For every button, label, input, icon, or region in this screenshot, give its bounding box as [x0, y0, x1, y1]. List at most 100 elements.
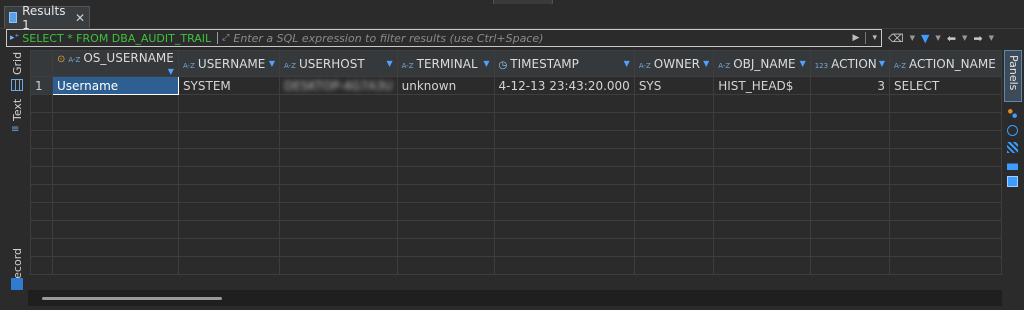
- empty-cell: [177, 130, 280, 149]
- column-type-badge: A-Z: [68, 56, 81, 64]
- sort-icon[interactable]: ▼: [483, 59, 489, 68]
- empty-cell: [30, 238, 53, 257]
- empty-row: [30, 256, 1002, 275]
- record-icon[interactable]: [11, 278, 23, 290]
- table-cell-selected[interactable]: Username: [52, 76, 179, 95]
- palette-icon[interactable]: [1007, 108, 1018, 119]
- column-header-username[interactable]: A-Z USERNAME ▼: [177, 50, 280, 77]
- empty-cell: [177, 238, 280, 257]
- right-panel-bar: Panels: [1004, 50, 1022, 290]
- empty-cell: [713, 184, 811, 203]
- empty-cell: [177, 166, 280, 185]
- table-cell[interactable]: unknown: [396, 76, 495, 95]
- empty-cell: [493, 166, 635, 185]
- row-number[interactable]: 1: [30, 76, 53, 95]
- filter-icon[interactable]: ▼: [921, 32, 929, 45]
- filter-history-dropdown-icon[interactable]: ▾: [872, 33, 877, 43]
- back-arrow-icon[interactable]: ⬅: [947, 32, 956, 45]
- chevron-down-icon[interactable]: ▼: [935, 34, 940, 42]
- empty-cell: [30, 112, 53, 131]
- sort-icon[interactable]: ▼: [703, 59, 709, 68]
- empty-cell: [278, 238, 398, 257]
- results-grid: ⊙ A-Z OS_USERNAME ▼ A-Z USERNAME ▼ A-Z USERHOS…: [30, 50, 1002, 290]
- column-type-badge: A-Z: [182, 61, 195, 70]
- column-header-os-username[interactable]: ⊙ A-Z OS_USERNAME ▼: [52, 50, 179, 77]
- sort-icon[interactable]: ▼: [800, 59, 806, 68]
- select-all-corner[interactable]: [30, 50, 53, 77]
- text-icon[interactable]: ≡: [11, 125, 23, 137]
- column-header-timestamp[interactable]: ◷ TIMESTAMP ▼: [493, 50, 635, 77]
- apply-filter-icon[interactable]: ▶: [853, 33, 860, 43]
- empty-cell: [713, 220, 811, 239]
- text-view-tab[interactable]: Text: [11, 99, 24, 121]
- close-icon[interactable]: ✕: [75, 11, 85, 25]
- empty-cell: [889, 94, 1002, 113]
- column-type-badge: A-Z: [718, 61, 731, 70]
- empty-cell: [713, 238, 811, 257]
- empty-cell: [52, 220, 179, 239]
- column-header-action-name[interactable]: A-Z ACTION_NAME: [889, 50, 1002, 77]
- empty-row: [30, 184, 1002, 203]
- table-cell[interactable]: HIST_HEAD$: [713, 76, 811, 95]
- forward-arrow-icon[interactable]: ➡: [973, 32, 982, 45]
- grid-view-tab[interactable]: Grid: [11, 52, 24, 75]
- tab-results-1[interactable]: Results 1 ✕: [4, 4, 90, 32]
- column-type-badge: A-Z: [283, 61, 296, 70]
- table-cell[interactable]: SYS: [633, 76, 715, 95]
- empty-cell: [396, 94, 495, 113]
- empty-cell: [278, 184, 398, 203]
- table-cell[interactable]: SELECT: [889, 76, 1002, 95]
- empty-cell: [713, 148, 811, 167]
- divider: [865, 32, 867, 44]
- chevron-down-icon[interactable]: ▼: [962, 34, 967, 42]
- table-row[interactable]: 1 Username SYSTEM DESKTOP-4G7A3U unknown…: [30, 76, 1002, 95]
- sort-icon[interactable]: ▼: [269, 59, 275, 68]
- empty-cell: [713, 130, 811, 149]
- column-header-obj-name[interactable]: A-Z OBJ_NAME ▼: [713, 50, 811, 77]
- empty-cell: [278, 220, 398, 239]
- table-cell-redacted[interactable]: DESKTOP-4G7A3U: [278, 76, 398, 95]
- empty-cell: [633, 166, 715, 185]
- column-header-owner[interactable]: A-Z OWNER ▼: [633, 50, 715, 77]
- sort-icon[interactable]: ▼: [879, 59, 885, 68]
- empty-row: [30, 130, 1002, 149]
- grid-pattern-icon[interactable]: [1007, 142, 1018, 153]
- filter-bar[interactable]: ▸⁺ SELECT * FROM DBA_AUDIT_TRAIL ⤢ Enter…: [6, 29, 882, 47]
- sort-icon[interactable]: ▼: [386, 59, 392, 68]
- chevron-down-icon[interactable]: ▼: [910, 34, 915, 42]
- grid-icon[interactable]: [11, 79, 23, 91]
- empty-cell: [493, 256, 635, 275]
- layout-icon[interactable]: [1007, 176, 1018, 187]
- empty-cell: [52, 256, 179, 275]
- column-header-action[interactable]: 123 ACTION ▼: [809, 50, 891, 77]
- empty-cell: [493, 202, 635, 221]
- scrollbar-thumb[interactable]: [42, 297, 222, 300]
- eraser-icon[interactable]: ⌫: [888, 32, 904, 45]
- column-header-userhost[interactable]: A-Z USERHOST ▼: [278, 50, 398, 77]
- empty-cell: [177, 148, 280, 167]
- clock-icon: ◷: [498, 59, 508, 71]
- table-cell[interactable]: 3: [809, 76, 891, 95]
- empty-cell: [177, 184, 280, 203]
- filter-input[interactable]: Enter a SQL expression to filter results…: [233, 32, 543, 45]
- empty-cell: [633, 184, 715, 203]
- chevron-down-icon[interactable]: ▼: [989, 34, 994, 42]
- empty-cell: [177, 220, 280, 239]
- horizontal-scrollbar[interactable]: [28, 290, 1002, 306]
- smiley-icon[interactable]: [1007, 125, 1018, 136]
- empty-row: [30, 166, 1002, 185]
- filter-expand-icon[interactable]: ⤢: [222, 33, 229, 43]
- table-cell[interactable]: 4-12-13 23:43:20.000: [493, 76, 635, 95]
- empty-cell: [889, 112, 1002, 131]
- sort-icon[interactable]: ▼: [624, 59, 630, 68]
- empty-cell: [396, 202, 495, 221]
- empty-cell: [30, 148, 53, 167]
- empty-cell: [278, 148, 398, 167]
- sort-icon[interactable]: ▼: [168, 67, 174, 76]
- empty-cell: [30, 256, 53, 275]
- key-icon: ⊙: [57, 54, 66, 65]
- panels-toggle-button[interactable]: Panels: [1004, 50, 1022, 102]
- column-header-terminal[interactable]: A-Z TERMINAL ▼: [396, 50, 495, 77]
- chart-icon[interactable]: [1007, 159, 1018, 170]
- table-cell[interactable]: SYSTEM: [177, 76, 280, 95]
